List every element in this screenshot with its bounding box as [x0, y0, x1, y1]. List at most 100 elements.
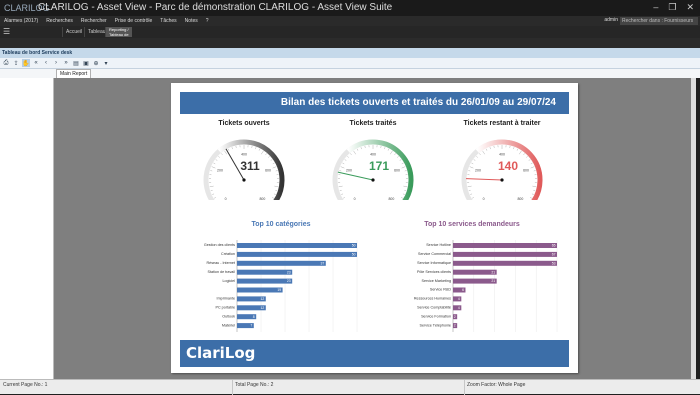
gauge-remaining: Tickets restant à traiter 02004006008001… — [447, 120, 557, 200]
menu-item-tasks[interactable]: Tâches — [156, 18, 180, 24]
gauge-tick — [403, 186, 407, 187]
gauge-tick — [273, 163, 275, 164]
bar-value-label: 23 — [287, 270, 291, 274]
bar — [237, 279, 292, 284]
bar-value-label: 2 — [454, 315, 456, 319]
gauge-tick — [471, 163, 473, 164]
maximize-button[interactable]: ❐ — [668, 2, 676, 13]
gauge-tick-label: 200 — [475, 169, 481, 173]
minimize-button[interactable]: – — [653, 2, 658, 13]
x-tick-label: 50 — [354, 334, 360, 335]
category-label: Pôle Services clients — [417, 270, 451, 274]
gauge-tick — [342, 163, 344, 164]
bar — [453, 279, 497, 284]
gauge-tick — [274, 186, 278, 187]
export-icon[interactable]: ⇪ — [12, 59, 20, 67]
dropdown-icon[interactable]: ▾ — [102, 59, 110, 67]
category-label: Ressources Humaines — [414, 297, 451, 301]
status-current-page: Current Page No.: 1 — [3, 382, 47, 388]
gauge-tick — [476, 156, 477, 157]
search-input[interactable]: Rechercher dans : Fournisseurs — [620, 17, 698, 25]
bar-value-label: 4 — [458, 297, 460, 301]
gauge-open: Tickets ouverts 0200400600800311 — [189, 120, 299, 200]
gauge-tick — [402, 163, 404, 164]
tab-home[interactable]: Accueil — [62, 27, 85, 37]
hamburger-menu-icon[interactable]: ☰ — [3, 28, 13, 36]
report-tabs: Main Report — [0, 69, 700, 78]
gauge-tick — [517, 149, 518, 151]
menu-bar: Alarmes (2017) Recherches Rechercher Pri… — [0, 16, 700, 26]
gauge-tick — [343, 197, 345, 198]
bar — [237, 243, 357, 248]
gauge-tick-label: 600 — [523, 169, 529, 173]
x-tick-label: 10 — [258, 334, 264, 335]
gauge-tick — [216, 159, 218, 160]
bar — [237, 252, 357, 257]
tab-reporting[interactable]: Reporting / Tableau de bord — [105, 27, 132, 37]
category-label: Imprimante — [217, 297, 235, 301]
gauge-tick-label: 0 — [483, 197, 485, 200]
category-label: Service Hotline — [426, 243, 451, 247]
gauge-tick — [275, 190, 277, 191]
menu-item-searches[interactable]: Recherches — [42, 18, 77, 24]
gauge-tick — [469, 190, 471, 191]
category-label: Service Commercial — [418, 252, 451, 256]
gauge-tick — [530, 197, 532, 198]
gauge-tick-label: 800 — [388, 197, 394, 200]
gauge-needle — [466, 179, 502, 180]
user-menu[interactable]: admin — [604, 17, 618, 23]
window-title: CLARILOG - Asset View - Parc de démonstr… — [38, 2, 392, 13]
panel-title: Tableau de bord Service desk — [0, 48, 700, 58]
gauge-tick — [340, 190, 342, 191]
gauge-tick — [268, 156, 269, 157]
gauge-tick-label: 400 — [241, 153, 247, 157]
gauge-tick — [468, 170, 470, 171]
gauge-tick — [272, 197, 274, 198]
gauge-tick — [402, 167, 406, 169]
x-tick-label: 40 — [330, 334, 336, 335]
next-page-icon[interactable]: › — [52, 59, 60, 67]
gauge-tick — [526, 156, 527, 157]
gauge-tick — [259, 149, 260, 151]
gauge-tick — [401, 197, 403, 198]
bar-value-label: 65 — [552, 244, 556, 248]
report-viewer[interactable]: Bilan des tickets ouverts et traités du … — [54, 78, 696, 379]
menu-item-alarms[interactable]: Alarmes (2017) — [0, 18, 42, 24]
category-label: Service Formation — [421, 314, 451, 318]
menu-item-remote-control[interactable]: Prise de contrôle — [111, 18, 157, 24]
x-tick-label: 30 — [513, 334, 519, 335]
gauge-tick — [213, 163, 215, 164]
gauge-tick — [218, 156, 219, 157]
last-page-icon[interactable]: » — [62, 59, 70, 67]
gauge-tick — [384, 147, 385, 149]
chart-services: 01020304050Service Hotline65Service Comm… — [371, 235, 571, 335]
menu-item-search[interactable]: Rechercher — [77, 18, 111, 24]
chart-title-services: Top 10 services demandeurs — [377, 221, 567, 228]
zoom-icon[interactable]: ⊕ — [92, 59, 100, 67]
tab-main-report[interactable]: Main Report — [56, 69, 91, 78]
print-preview-icon[interactable]: ▣ — [82, 59, 90, 67]
gauge-tick-label: 600 — [394, 169, 400, 173]
bar-value-label: 23 — [287, 279, 291, 283]
gauge-tick — [273, 167, 277, 169]
gauge-tick — [490, 147, 491, 149]
menu-item-notes[interactable]: Notes — [181, 18, 202, 24]
first-page-icon[interactable]: « — [32, 59, 40, 67]
gauge-tick-label: 0 — [354, 197, 356, 200]
gauge-tick — [232, 147, 233, 149]
gauge-tick-label: 600 — [265, 169, 271, 173]
print-icon[interactable]: ⎙ — [2, 59, 10, 67]
close-button[interactable]: ✕ — [686, 2, 694, 13]
status-bar: Current Page No.: 1 Total Page No.: 2 Zo… — [0, 379, 700, 394]
prev-page-icon[interactable]: ‹ — [42, 59, 50, 67]
bar-value-label: 12 — [261, 306, 265, 310]
bar-value-label: 6 — [462, 288, 464, 292]
gauge-tick — [405, 170, 407, 171]
clarilog-logo: ClariLog — [186, 344, 255, 362]
hand-icon[interactable]: ✋ — [22, 59, 30, 67]
page-setup-icon[interactable]: ▤ — [72, 59, 80, 67]
bar — [453, 243, 557, 248]
vertical-scrollbar[interactable] — [691, 78, 696, 379]
gauge-tick — [513, 147, 514, 149]
help-button[interactable]: ? — [202, 18, 213, 24]
